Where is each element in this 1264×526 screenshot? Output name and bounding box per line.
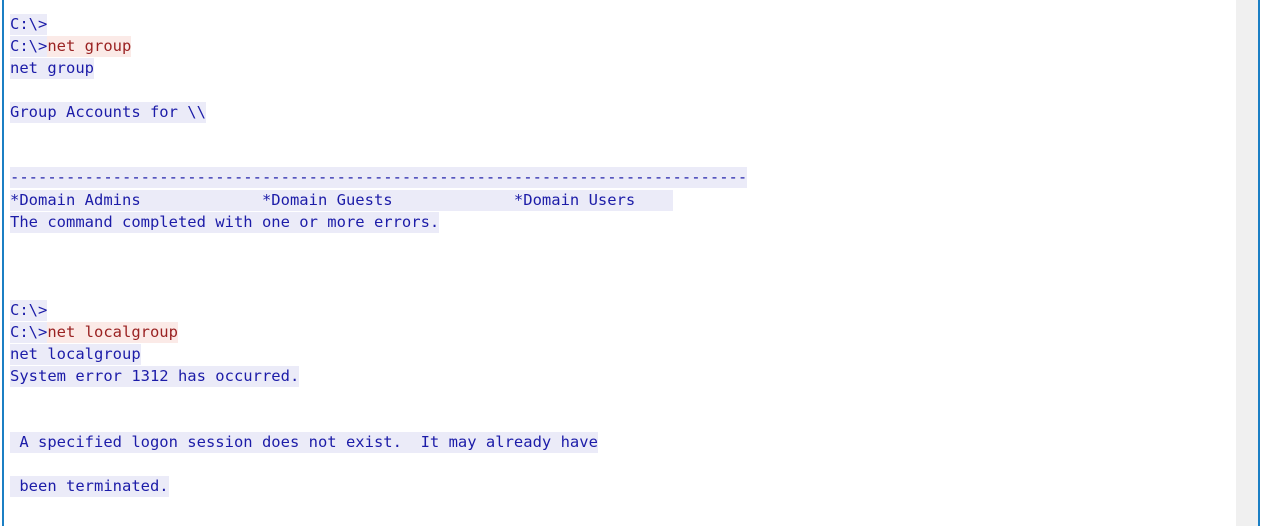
console-output-text: been terminated. [10,476,169,497]
console-window: C:\> C:\>net group net group Group Accounts… [0,0,1264,526]
console-line: System error 1312 has occurred. [10,366,300,387]
console-line: C:\>net localgroup [10,322,178,343]
console-line: ----------------------------------------… [10,167,748,188]
console-output-text: System error 1312 has occurred. [10,366,300,387]
console-output-text: Group Accounts for \\ [10,102,206,123]
console-line: C:\> [10,300,48,321]
console-output-text: C:\> [10,300,48,321]
right-border-rule [1258,0,1260,526]
console-output-text: C:\> [10,36,48,57]
console-line: been terminated. [10,476,169,497]
console-output-text: net group [10,58,94,79]
console-line: A specified logon session does not exist… [10,432,598,453]
console-text-area[interactable]: C:\> C:\>net group net group Group Accounts… [0,0,1236,526]
console-output-text: A specified logon session does not exist… [10,432,598,453]
console-line: C:\> [10,14,48,35]
console-line: The command completed with one or more e… [10,212,440,233]
console-output-text: C:\> [10,322,48,343]
console-output-text: ----------------------------------------… [10,167,748,188]
console-line: net group [10,58,94,79]
console-line: Group Accounts for \\ [10,102,206,123]
console-output-text: C:\> [10,14,48,35]
console-output-text: *Domain Admins *Domain Guests *Domain Us… [10,190,673,211]
console-output-text: The command completed with one or more e… [10,212,440,233]
console-line: *Domain Admins *Domain Guests *Domain Us… [10,190,673,211]
vertical-scrollbar-track[interactable] [1236,0,1258,526]
console-command-text: net group [47,36,132,57]
console-line: C:\>net group [10,36,132,57]
console-line: net localgroup [10,344,141,365]
console-command-text: net localgroup [47,322,178,343]
console-output-text: net localgroup [10,344,141,365]
